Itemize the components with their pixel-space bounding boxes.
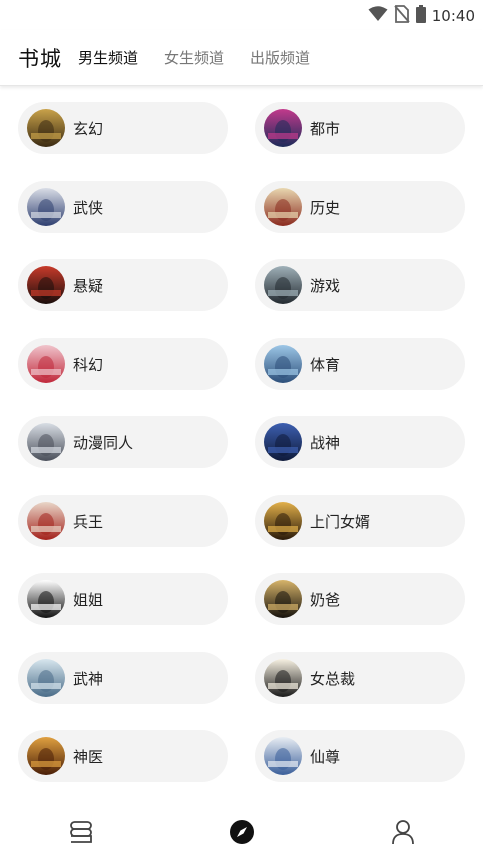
category-label: 历史	[310, 198, 341, 217]
category-cover-image	[264, 580, 302, 618]
category-label: 上门女婿	[310, 512, 371, 531]
category-label: 武神	[73, 669, 104, 688]
category-cover-image	[27, 423, 65, 461]
category-chip[interactable]: 武侠	[18, 181, 228, 233]
category-chip[interactable]: 悬疑	[18, 259, 228, 311]
app-header: 书城 男生频道 女生频道 出版频道	[0, 30, 483, 86]
category-chip[interactable]: 动漫同人	[18, 416, 228, 468]
category-chip[interactable]: 奶爸	[255, 573, 465, 625]
category-label: 都市	[310, 119, 341, 138]
category-cover-image	[264, 345, 302, 383]
category-chip[interactable]: 战神	[255, 416, 465, 468]
category-cover-image	[264, 188, 302, 226]
category-row: 神医 仙尊	[0, 730, 483, 782]
category-cover-image	[264, 109, 302, 147]
category-chip[interactable]: 武神	[18, 652, 228, 704]
category-label: 姐姐	[73, 590, 104, 609]
category-chip[interactable]: 都市	[255, 102, 465, 154]
status-time: 10:40	[431, 7, 475, 25]
category-label: 女总裁	[310, 669, 356, 688]
category-cover-image	[264, 423, 302, 461]
category-chip[interactable]: 兵王	[18, 495, 228, 547]
category-row: 悬疑 游戏	[0, 259, 483, 311]
category-label: 战神	[310, 433, 341, 452]
battery-icon	[415, 5, 426, 27]
wifi-icon	[368, 6, 388, 26]
category-chip[interactable]: 玄幻	[18, 102, 228, 154]
category-row: 科幻 体育	[0, 338, 483, 390]
category-chip[interactable]: 科幻	[18, 338, 228, 390]
category-cover-image	[264, 502, 302, 540]
category-cover-image	[27, 502, 65, 540]
category-cover-image	[264, 266, 302, 304]
tab-female-channel[interactable]: 女生频道	[164, 47, 224, 68]
category-chip[interactable]: 体育	[255, 338, 465, 390]
user-icon	[391, 819, 415, 849]
category-label: 兵王	[73, 512, 104, 531]
category-label: 游戏	[310, 276, 341, 295]
tab-male-channel[interactable]: 男生频道	[78, 47, 138, 68]
category-cover-image	[27, 188, 65, 226]
category-label: 神医	[73, 747, 104, 766]
category-chip[interactable]: 姐姐	[18, 573, 228, 625]
category-label: 仙尊	[310, 747, 341, 766]
category-cover-image	[27, 580, 65, 618]
category-chip[interactable]: 上门女婿	[255, 495, 465, 547]
bottom-nav	[0, 808, 483, 860]
category-row: 兵王 上门女婿	[0, 495, 483, 547]
category-cover-image	[27, 109, 65, 147]
category-label: 玄幻	[73, 119, 104, 138]
compass-icon	[229, 819, 255, 849]
category-chip[interactable]: 仙尊	[255, 730, 465, 782]
page-title: 书城	[18, 46, 62, 71]
nav-bookshelf[interactable]	[0, 808, 161, 860]
category-label: 体育	[310, 355, 341, 374]
category-cover-image	[264, 659, 302, 697]
tab-publish-channel[interactable]: 出版频道	[250, 47, 310, 68]
category-row: 动漫同人 战神	[0, 416, 483, 468]
category-chip[interactable]: 历史	[255, 181, 465, 233]
category-chip[interactable]: 女总裁	[255, 652, 465, 704]
category-label: 悬疑	[73, 276, 104, 295]
category-cover-image	[27, 737, 65, 775]
category-row: 玄幻 都市	[0, 102, 483, 154]
status-bar: 10:40	[0, 0, 483, 30]
category-row: 姐姐 奶爸	[0, 573, 483, 625]
category-row: 武神 女总裁	[0, 652, 483, 704]
category-cover-image	[27, 345, 65, 383]
category-cover-image	[27, 659, 65, 697]
category-row: 武侠 历史	[0, 181, 483, 233]
no-sim-icon	[394, 5, 410, 27]
nav-profile[interactable]	[322, 808, 483, 860]
category-cover-image	[27, 266, 65, 304]
category-label: 科幻	[73, 355, 104, 374]
category-cover-image	[264, 737, 302, 775]
category-chip[interactable]: 游戏	[255, 259, 465, 311]
nav-discover[interactable]	[161, 808, 322, 860]
category-label: 武侠	[73, 198, 104, 217]
category-label: 奶爸	[310, 590, 341, 609]
category-chip[interactable]: 神医	[18, 730, 228, 782]
category-label: 动漫同人	[73, 433, 134, 452]
bookshelf-icon	[68, 820, 94, 848]
